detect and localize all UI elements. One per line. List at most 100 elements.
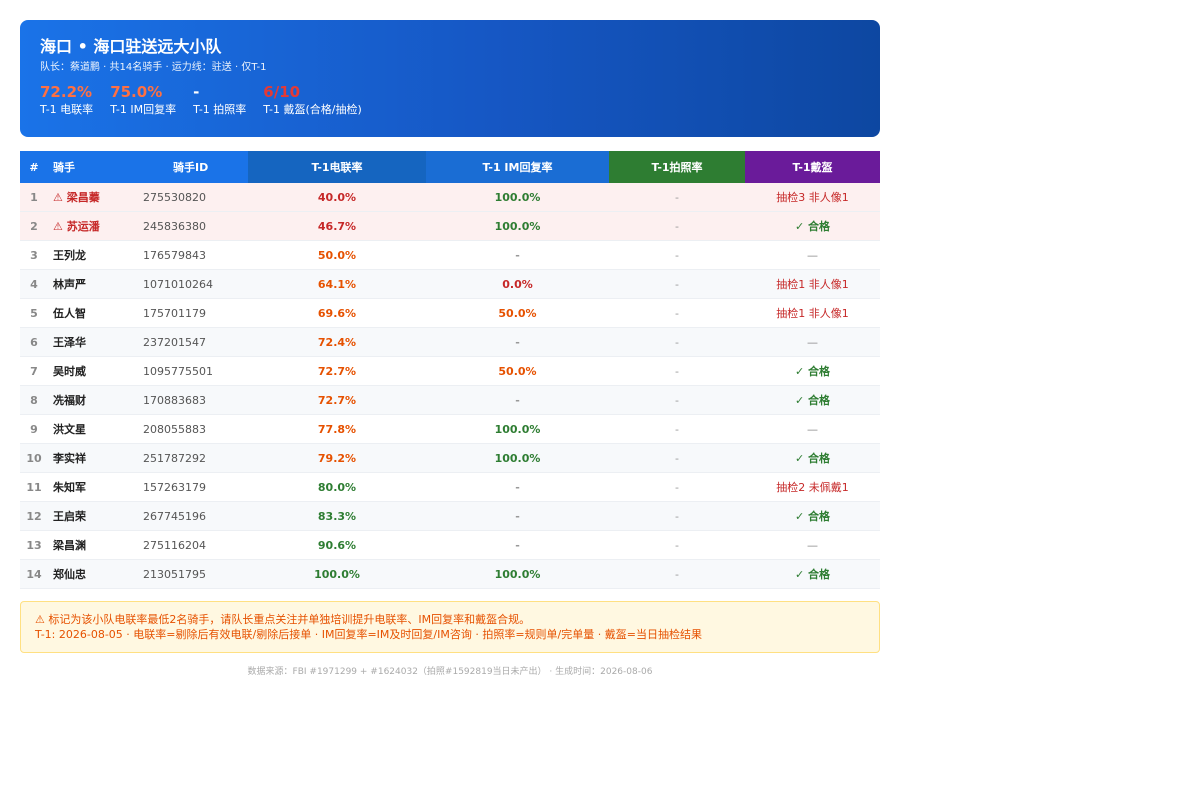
- rider-id: 175701179: [143, 298, 248, 328]
- row-number: 14: [20, 559, 48, 589]
- rider-id: 245836380: [143, 211, 248, 241]
- col-header-im-rate: T-1 IM回复率: [426, 151, 609, 183]
- im-rate: 50.0%: [426, 356, 609, 386]
- stat-value: -: [193, 83, 200, 101]
- row-number: 13: [20, 530, 48, 560]
- photo-rate: -: [609, 240, 745, 270]
- rider-id: 267745196: [143, 501, 248, 531]
- photo-rate: -: [609, 501, 745, 531]
- rider-name: ⚠ 梁昌蓁: [48, 183, 143, 212]
- photo-rate: -: [609, 327, 745, 357]
- rider-name: 王启荣: [48, 501, 143, 531]
- helmet-result: 抽检1 非人像1: [745, 269, 880, 299]
- col-header-num: #: [20, 151, 48, 183]
- row-number: 9: [20, 414, 48, 444]
- helmet-result: —: [745, 240, 880, 270]
- rider-id: 237201547: [143, 327, 248, 357]
- table-row: 5 伍人智 175701179 69.6% 50.0% - 抽检1 非人像1: [20, 298, 880, 328]
- im-rate: -: [426, 501, 609, 531]
- row-number: 4: [20, 269, 48, 299]
- stat-label: T-1 IM回复率: [110, 103, 177, 116]
- call-rate: 90.6%: [248, 530, 426, 560]
- rider-name: 郑仙忠: [48, 559, 143, 589]
- data-source-footer: 数据来源：FBI #1971299 + #1624032（拍照#1592819当…: [247, 667, 653, 677]
- rider-id: 170883683: [143, 385, 248, 415]
- im-rate: 100.0%: [426, 414, 609, 444]
- stat-value: 6/10: [263, 83, 301, 101]
- rider-name: 梁昌渊: [48, 530, 143, 560]
- rider-id: 275116204: [143, 530, 248, 560]
- photo-rate: -: [609, 559, 745, 589]
- photo-rate: -: [609, 356, 745, 386]
- helmet-result: 抽检1 非人像1: [745, 298, 880, 328]
- rider-name: 林声严: [48, 269, 143, 299]
- im-rate: 0.0%: [426, 269, 609, 299]
- call-rate: 69.6%: [248, 298, 426, 328]
- col-header-helmet: T-1戴盔: [745, 151, 880, 183]
- team-subtitle: 队长：蔡道鹏 · 共14名骑手 · 运力线：驻送 · 仅T-1: [40, 62, 267, 73]
- table-body: 1 ⚠ 梁昌蓁 275530820 40.0% 100.0% - 抽检3 非人像1 2 ⚠ 苏运…: [20, 183, 880, 589]
- rider-id: 157263179: [143, 472, 248, 502]
- row-number: 7: [20, 356, 48, 386]
- rider-id: 251787292: [143, 443, 248, 473]
- stat-photo-rate: - T-1 拍照率: [193, 83, 246, 118]
- rider-id: 208055883: [143, 414, 248, 444]
- helmet-result: 抽检2 未佩戴1: [745, 472, 880, 502]
- call-rate: 100.0%: [248, 559, 426, 589]
- rider-name: 冼福财: [48, 385, 143, 415]
- im-rate: 100.0%: [426, 183, 609, 212]
- row-number: 5: [20, 298, 48, 328]
- rider-name: 王列龙: [48, 240, 143, 270]
- col-header-id: 骑手ID: [143, 151, 248, 183]
- table-header-row: # 骑手 骑手ID T-1电联率 T-1 IM回复率 T-1拍照率 T-1戴盔: [20, 151, 880, 183]
- table-row: 2 ⚠ 苏运潘 245836380 46.7% 100.0% - ✓ 合格: [20, 211, 880, 241]
- rider-id: 275530820: [143, 183, 248, 212]
- call-rate: 83.3%: [248, 501, 426, 531]
- summary-stats: 72.2% T-1 电联率 75.0% T-1 IM回复率 - T-1 拍照率 …: [40, 83, 860, 118]
- im-rate: 100.0%: [426, 211, 609, 241]
- call-rate: 40.0%: [248, 183, 426, 212]
- photo-rate: -: [609, 443, 745, 473]
- notice-line-definitions: T-1: 2026-08-05 · 电联率=剔除后有效电联/剔除后接单 · IM…: [35, 628, 702, 641]
- row-number: 12: [20, 501, 48, 531]
- stat-label: T-1 拍照率: [193, 103, 247, 116]
- photo-rate: -: [609, 472, 745, 502]
- im-rate: -: [426, 240, 609, 270]
- col-header-call-rate: T-1电联率: [248, 151, 426, 183]
- im-rate: 100.0%: [426, 443, 609, 473]
- call-rate: 77.8%: [248, 414, 426, 444]
- rider-name: 王泽华: [48, 327, 143, 357]
- table-row: 8 冼福财 170883683 72.7% - - ✓ 合格: [20, 385, 880, 415]
- helmet-result: ✓ 合格: [745, 385, 880, 415]
- call-rate: 72.7%: [248, 385, 426, 415]
- photo-rate: -: [609, 530, 745, 560]
- rider-name: 洪文星: [48, 414, 143, 444]
- rider-name: 吴时威: [48, 356, 143, 386]
- col-header-photo-rate: T-1拍照率: [609, 151, 745, 183]
- im-rate: 100.0%: [426, 559, 609, 589]
- call-rate: 50.0%: [248, 240, 426, 270]
- table-row: 14 郑仙忠 213051795 100.0% 100.0% - ✓ 合格: [20, 559, 880, 589]
- table-row: 13 梁昌渊 275116204 90.6% - - —: [20, 530, 880, 560]
- helmet-result: —: [745, 530, 880, 560]
- stat-label: T-1 戴盔(合格/抽检): [263, 103, 362, 116]
- im-rate: 50.0%: [426, 298, 609, 328]
- helmet-result: ✓ 合格: [745, 501, 880, 531]
- call-rate: 64.1%: [248, 269, 426, 299]
- photo-rate: -: [609, 211, 745, 241]
- stat-helmet: 6/10 T-1 戴盔(合格/抽检): [263, 83, 361, 118]
- table-row: 10 李实祥 251787292 79.2% 100.0% - ✓ 合格: [20, 443, 880, 473]
- helmet-result: 抽检3 非人像1: [745, 183, 880, 212]
- team-title: 海口 • 海口驻送远大小队: [40, 37, 222, 56]
- rider-id: 213051795: [143, 559, 248, 589]
- table-row: 7 吴时威 1095775501 72.7% 50.0% - ✓ 合格: [20, 356, 880, 386]
- rider-name: 朱知军: [48, 472, 143, 502]
- photo-rate: -: [609, 269, 745, 299]
- helmet-result: —: [745, 414, 880, 444]
- stat-value: 72.2%: [40, 83, 93, 101]
- helmet-result: ✓ 合格: [745, 559, 880, 589]
- row-number: 1: [20, 183, 48, 212]
- table-row: 9 洪文星 208055883 77.8% 100.0% - —: [20, 414, 880, 444]
- row-number: 11: [20, 472, 48, 502]
- call-rate: 46.7%: [248, 211, 426, 241]
